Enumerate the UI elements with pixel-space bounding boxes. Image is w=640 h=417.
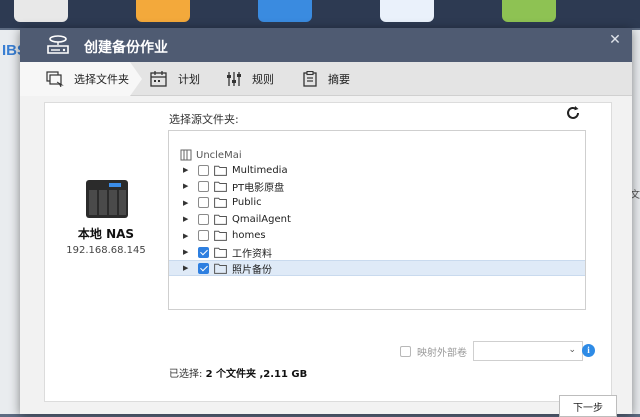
folder-icon bbox=[214, 181, 227, 192]
step-select-folders[interactable]: 选择文件夹 bbox=[20, 62, 142, 96]
folder-icon bbox=[214, 214, 227, 225]
expand-arrow-icon[interactable]: ▶ bbox=[183, 166, 189, 174]
folder-icon bbox=[214, 165, 227, 176]
folder-icon bbox=[214, 263, 227, 274]
settings-app-icon[interactable] bbox=[14, 0, 68, 22]
expand-arrow-icon[interactable]: ▶ bbox=[183, 182, 189, 190]
sliders-icon bbox=[227, 72, 241, 86]
step-label: 计划 bbox=[178, 73, 200, 86]
map-external-label: 映射外部卷 bbox=[417, 347, 467, 359]
folders-icon bbox=[46, 71, 64, 87]
wizard-content: 本地 NAS 192.168.68.145 选择源文件夹: UncleMai ▶… bbox=[44, 102, 617, 417]
folder-row[interactable]: ▶ 照片备份 bbox=[169, 260, 585, 277]
tree-root[interactable]: UncleMai bbox=[180, 149, 242, 161]
folder-icon bbox=[214, 247, 227, 258]
folder-row[interactable]: ▶ 工作资料 bbox=[169, 244, 585, 260]
app-icon-strip bbox=[0, 0, 640, 28]
folder-name: QmailAgent bbox=[232, 213, 291, 225]
selection-value: 2 个文件夹 ,2.11 GB bbox=[205, 369, 308, 380]
dialog-titlebar: 创建备份作业 ✕ bbox=[20, 28, 632, 62]
app-icon[interactable] bbox=[258, 0, 312, 22]
calendar-icon bbox=[150, 71, 167, 87]
folder-checkbox[interactable] bbox=[198, 246, 209, 258]
folder-name: Multimedia bbox=[232, 164, 288, 176]
step-label: 摘要 bbox=[328, 73, 350, 86]
map-external-checkbox[interactable] bbox=[400, 345, 411, 357]
chevron-down-icon: ⌄ bbox=[568, 345, 576, 355]
step-label: 规则 bbox=[252, 73, 274, 86]
step-rules[interactable]: 规则 bbox=[226, 62, 274, 96]
folder-name: PT电影原盘 bbox=[232, 182, 285, 194]
map-external-volume: 映射外部卷 ⌄ bbox=[400, 341, 583, 361]
nas-name: 本地 NAS bbox=[77, 227, 135, 241]
root-label: UncleMai bbox=[196, 149, 242, 161]
app-icon[interactable] bbox=[502, 0, 556, 22]
wizard-steps: 选择文件夹 计划 规则 摘要 bbox=[20, 62, 632, 96]
folder-row[interactable]: ▶ Public bbox=[169, 195, 585, 211]
folder-icon bbox=[214, 230, 227, 241]
background-window-title: IBS bbox=[2, 42, 28, 59]
folder-checkbox[interactable] bbox=[198, 197, 209, 209]
folder-row[interactable]: ▶ homes bbox=[169, 228, 585, 244]
app-icon[interactable] bbox=[136, 0, 190, 22]
server-icon bbox=[180, 149, 192, 161]
source-folder-label: 选择源文件夹: bbox=[169, 113, 239, 126]
step-label: 选择文件夹 bbox=[74, 73, 129, 86]
folder-icon bbox=[214, 197, 227, 209]
expand-arrow-icon[interactable]: ▶ bbox=[183, 199, 189, 207]
dialog-title: 创建备份作业 bbox=[84, 40, 168, 56]
folder-row[interactable]: ▶ PT电影原盘 bbox=[169, 178, 585, 194]
clipboard-icon bbox=[303, 71, 317, 87]
cloud-app-icon[interactable] bbox=[380, 0, 434, 22]
create-backup-dialog: 创建备份作业 ✕ 选择文件夹 计划 规则 摘要 本地 NAS 192.168.6… bbox=[20, 28, 632, 417]
refresh-icon[interactable] bbox=[563, 103, 583, 123]
step-schedule[interactable]: 计划 bbox=[148, 62, 200, 96]
folder-tree: UncleMai ▶ Multimedia ▶ PT电影原盘 ▶ Public ▶ Qmail… bbox=[168, 130, 586, 310]
info-icon[interactable]: i bbox=[582, 344, 595, 357]
folder-checkbox[interactable] bbox=[198, 180, 209, 192]
folder-checkbox[interactable] bbox=[198, 213, 209, 225]
folder-row[interactable]: ▶ QmailAgent bbox=[169, 211, 585, 227]
folder-checkbox[interactable] bbox=[198, 230, 209, 242]
close-icon[interactable]: ✕ bbox=[608, 33, 622, 47]
folder-name: 照片备份 bbox=[232, 264, 272, 276]
external-volume-select[interactable]: ⌄ bbox=[473, 341, 583, 361]
selection-summary: 已选择: 2 个文件夹 ,2.11 GB bbox=[169, 365, 307, 380]
expand-arrow-icon[interactable]: ▶ bbox=[183, 215, 189, 223]
folder-name: 工作资料 bbox=[232, 248, 272, 260]
folder-name: Public bbox=[232, 197, 262, 209]
folder-name: homes bbox=[232, 230, 266, 242]
expand-arrow-icon[interactable]: ▶ bbox=[183, 264, 189, 272]
folder-row[interactable]: ▶ Multimedia bbox=[169, 162, 585, 178]
nas-ip: 192.168.68.145 bbox=[66, 245, 146, 256]
folder-checkbox[interactable] bbox=[198, 262, 209, 274]
expand-arrow-icon[interactable]: ▶ bbox=[183, 248, 189, 256]
selection-prefix: 已选择: bbox=[169, 369, 203, 380]
nas-device-icon bbox=[86, 180, 128, 218]
folder-checkbox[interactable] bbox=[198, 164, 209, 176]
expand-arrow-icon[interactable]: ▶ bbox=[183, 232, 189, 240]
backup-drive-icon bbox=[47, 35, 69, 54]
step-summary[interactable]: 摘要 bbox=[302, 62, 350, 96]
